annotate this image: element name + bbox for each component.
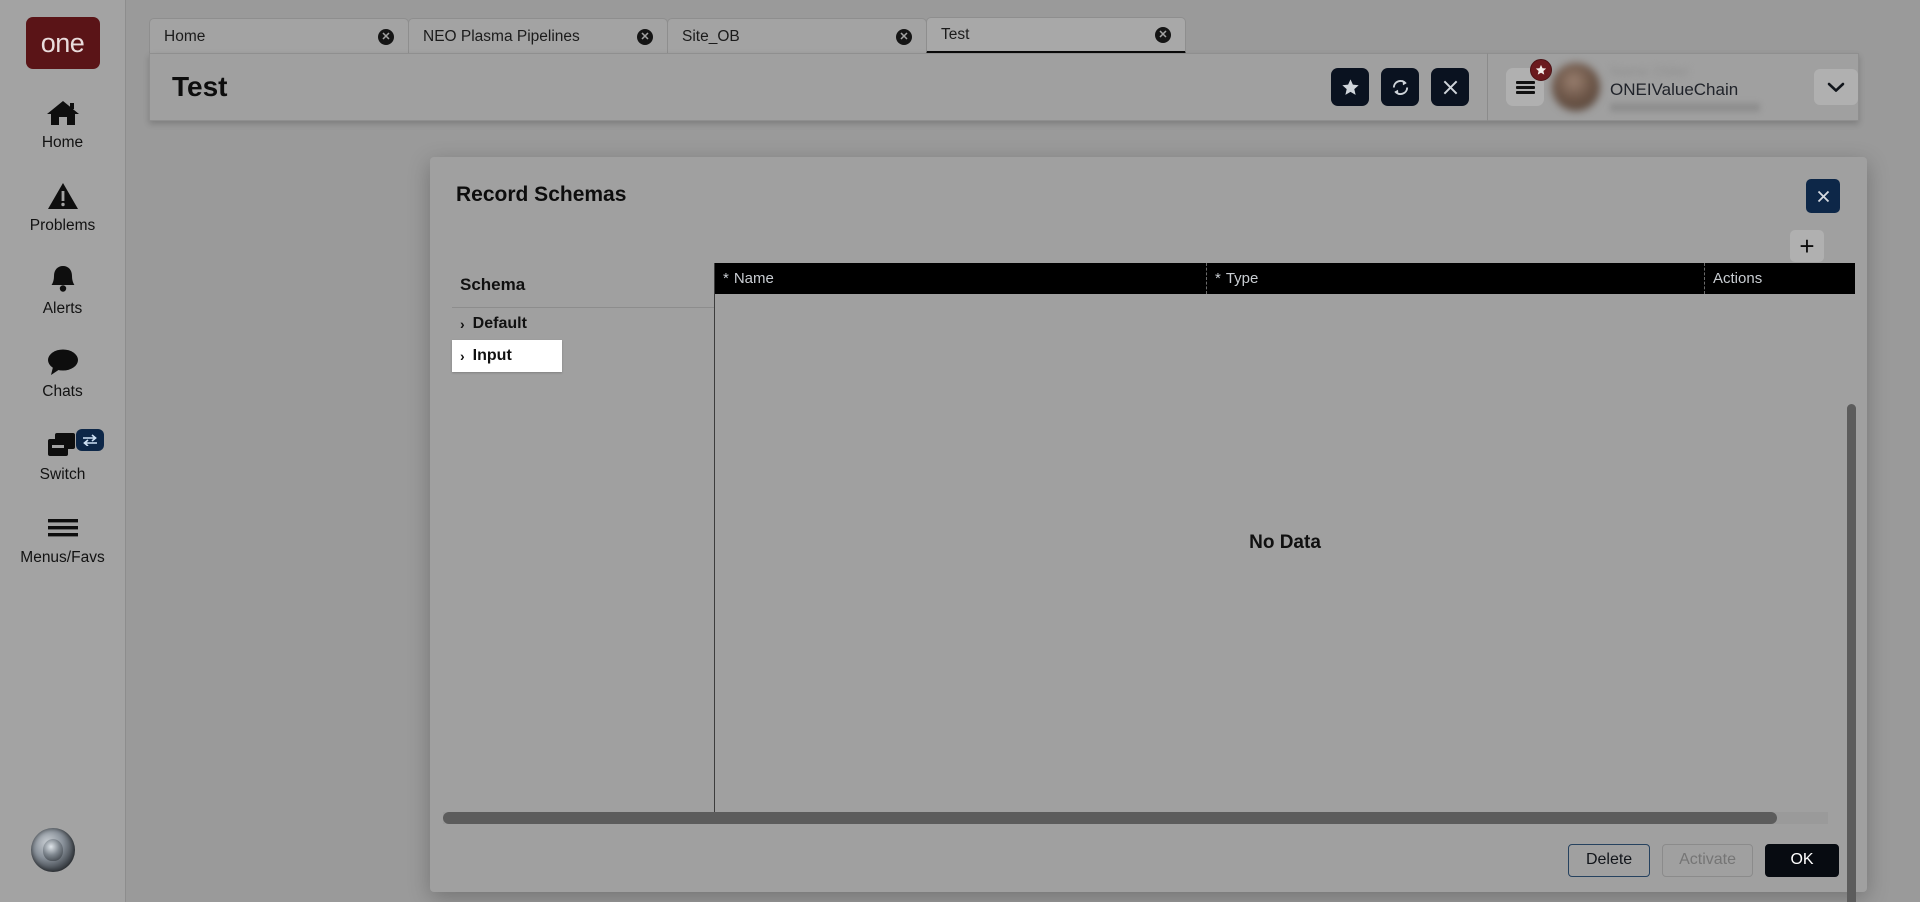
close-button[interactable] (1431, 68, 1469, 106)
column-header-actions[interactable]: Actions (1705, 263, 1835, 294)
header-action-buttons (1331, 68, 1469, 106)
page-header: Test Name Older ONEIValueChain (149, 53, 1859, 121)
header-divider (1487, 53, 1488, 121)
activate-button[interactable]: Activate (1662, 843, 1753, 877)
header-menu-wrap (1506, 59, 1552, 106)
tab-home-label: Home (164, 27, 206, 45)
column-header-name-label: Name (733, 270, 774, 287)
sidebar-item-chats[interactable]: Chats (0, 344, 126, 401)
sidebar-item-alerts-label: Alerts (42, 300, 83, 317)
tab-test-label: Test (941, 25, 970, 43)
tab-home[interactable]: Home ✕ (149, 18, 409, 54)
close-circle-icon[interactable]: ✕ (1155, 26, 1171, 43)
tree-node-input[interactable]: › Input (452, 340, 562, 372)
plus-icon: + (1799, 231, 1815, 261)
chevron-right-icon[interactable]: › (460, 348, 465, 364)
hamburger-icon (46, 510, 80, 546)
dialog-footer: Delete Activate OK (430, 828, 1867, 892)
sidebar-item-home[interactable]: Home (0, 95, 126, 152)
table-header-row: * Name * Type Actions (715, 263, 1855, 294)
favorite-button[interactable] (1331, 68, 1369, 106)
close-circle-icon[interactable]: ✕ (637, 28, 653, 45)
tab-neo-plasma-pipelines[interactable]: NEO Plasma Pipelines ✕ (408, 18, 668, 54)
tree-node-default-label: Default (472, 315, 527, 332)
tab-site-ob-label: Site_OB (682, 27, 740, 45)
sidebar-item-switch[interactable]: Switch (0, 427, 126, 484)
column-header-type-label: Type (1225, 270, 1259, 287)
required-marker: * (1215, 270, 1221, 287)
sidebar-item-problems-label: Problems (29, 217, 96, 234)
x-icon (1816, 189, 1831, 204)
user-info: Name Older ONEIValueChain (1610, 63, 1800, 112)
application-root: one Home Problems Alerts Chats Switch Me… (0, 0, 1920, 902)
table-horizontal-scrollbar[interactable] (443, 812, 1828, 824)
sidebar-item-menus-favs[interactable]: Menus/Favs (0, 510, 126, 567)
sidebar-item-alerts[interactable]: Alerts (0, 261, 126, 318)
main-area: Home ✕ NEO Plasma Pipelines ✕ Site_OB ✕ … (126, 0, 1920, 902)
schema-fields-table: * Name * Type Actions No Data (714, 263, 1855, 823)
table-empty-state: No Data (1249, 532, 1321, 553)
sidebar-item-home-label: Home (41, 134, 84, 151)
refresh-button[interactable] (1381, 68, 1419, 106)
tree-node-input-label: Input (472, 347, 512, 364)
user-organization: ONEIValueChain (1610, 79, 1739, 99)
column-header-type[interactable]: * Type (1207, 263, 1705, 294)
home-icon (46, 95, 80, 131)
close-circle-icon[interactable]: ✕ (896, 28, 912, 45)
star-badge-icon (1530, 59, 1552, 81)
column-header-name[interactable]: * Name (715, 263, 1207, 294)
add-row-button[interactable]: + (1790, 230, 1824, 262)
delete-button[interactable]: Delete (1568, 843, 1651, 877)
required-marker: * (723, 270, 729, 287)
sidebar-user-avatar[interactable] (31, 828, 75, 872)
sidebar-item-switch-label: Switch (39, 466, 86, 483)
dialog-body: Schema › Default › Input * Name * Type A… (442, 263, 1855, 823)
close-circle-icon[interactable]: ✕ (378, 28, 394, 45)
dialog-close-button[interactable] (1806, 179, 1840, 213)
sidebar-item-menus-favs-label: Menus/Favs (20, 549, 105, 566)
chat-bubble-icon (46, 344, 80, 380)
dialog-title: Record Schemas (456, 183, 627, 206)
ok-button[interactable]: OK (1765, 843, 1839, 877)
tab-neo-plasma-pipelines-label: NEO Plasma Pipelines (423, 27, 580, 45)
schema-tree-panel: Schema › Default › Input (442, 263, 714, 823)
page-title: Test (172, 71, 228, 102)
user-avatar-icon[interactable] (1552, 63, 1600, 111)
chevron-down-icon (1827, 81, 1845, 93)
tree-node-default[interactable]: › Default (452, 308, 714, 340)
tab-site-ob[interactable]: Site_OB ✕ (667, 18, 927, 54)
warning-triangle-icon (47, 178, 79, 214)
app-logo[interactable]: one (25, 17, 100, 69)
left-navigation-rail: one Home Problems Alerts Chats Switch Me… (0, 0, 126, 902)
bell-icon (48, 261, 78, 297)
swap-arrows-icon[interactable] (75, 429, 104, 451)
sidebar-item-chats-label: Chats (42, 383, 83, 400)
horizontal-scrollbar-thumb[interactable] (443, 812, 1777, 824)
record-schemas-dialog: Record Schemas + Schema › Default › Inpu… (430, 157, 1867, 902)
column-header-actions-label: Actions (1713, 270, 1763, 287)
star-icon (1341, 78, 1360, 97)
user-secondary-line (1610, 102, 1760, 112)
app-logo-text: one (40, 27, 85, 58)
schema-tree-header: Schema (452, 263, 714, 308)
x-icon (1442, 79, 1459, 96)
tab-test[interactable]: Test ✕ (926, 17, 1186, 54)
chevron-right-icon[interactable]: › (460, 316, 465, 332)
user-name: Name Older (1610, 62, 1690, 79)
refresh-icon (1390, 77, 1411, 98)
user-menu-dropdown[interactable] (1814, 69, 1858, 105)
tab-strip: Home ✕ NEO Plasma Pipelines ✕ Site_OB ✕ … (149, 17, 1186, 54)
sidebar-item-problems[interactable]: Problems (0, 178, 126, 235)
